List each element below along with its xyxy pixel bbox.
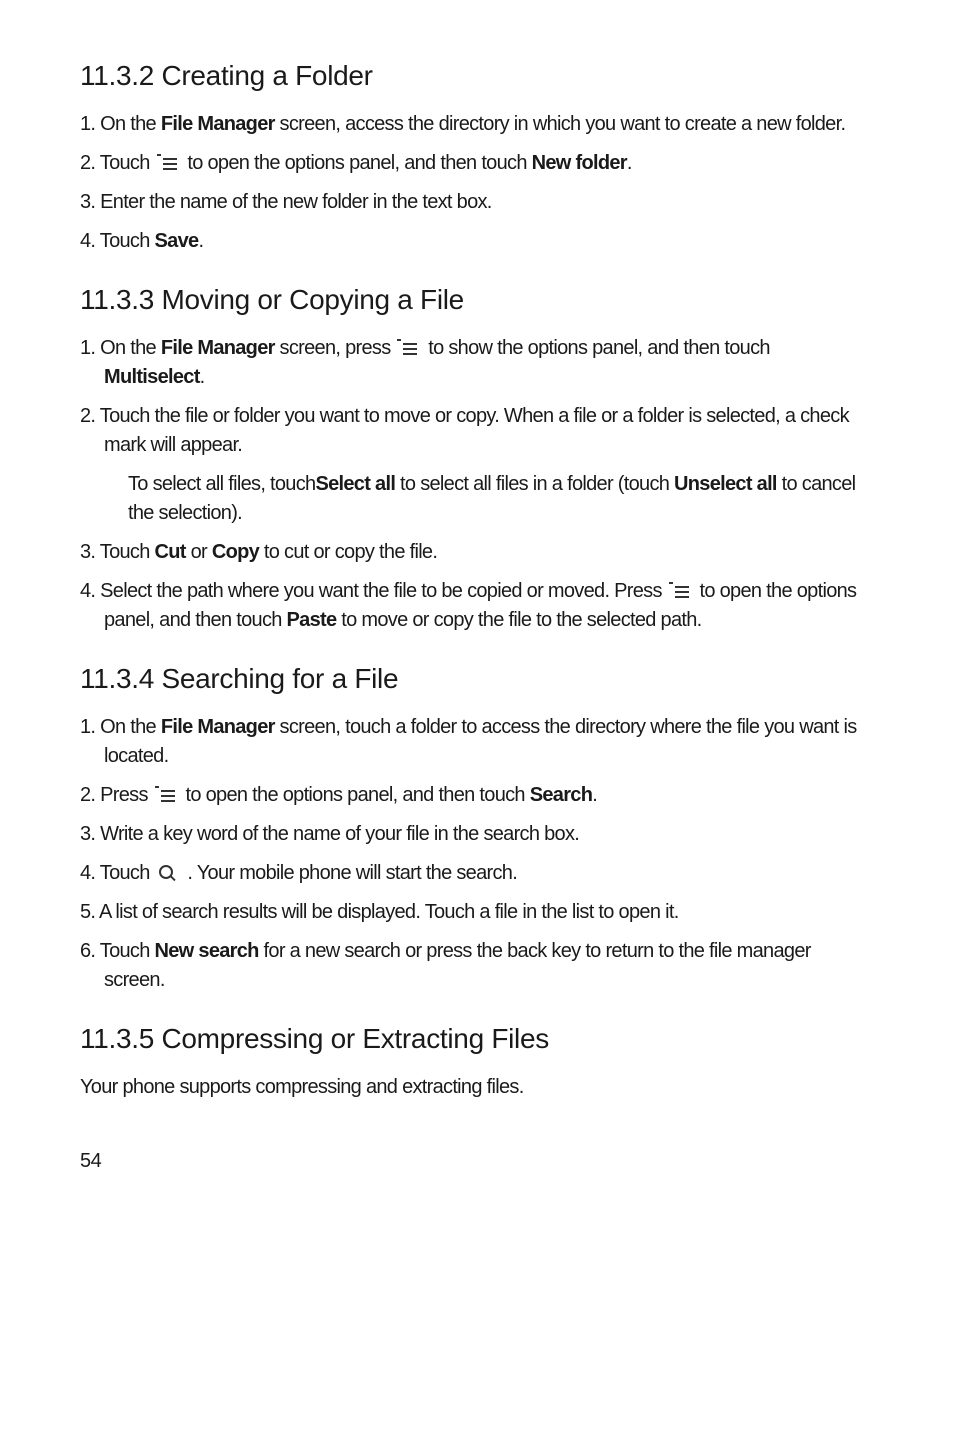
- text: 2. Press: [80, 784, 153, 806]
- step-3: 3. Enter the name of the new folder in t…: [80, 188, 874, 217]
- text: to open the options panel, and then touc…: [181, 784, 530, 806]
- text: .: [200, 366, 205, 388]
- step-1: 1. On the File Manager screen, touch a f…: [80, 713, 874, 771]
- body-text: Your phone supports compressing and extr…: [80, 1073, 874, 1102]
- step-4: 4. Touch Save.: [80, 227, 874, 256]
- menu-icon: [157, 788, 177, 804]
- bold-unselect-all: Unselect all: [674, 473, 777, 495]
- text: screen, access the directory in which yo…: [275, 113, 846, 135]
- text: To select all files, touch: [128, 473, 315, 495]
- text: 4. Select the path where you want the fi…: [80, 580, 667, 602]
- bold-file-manager: File Manager: [161, 716, 275, 738]
- text: 6. Touch: [80, 940, 155, 962]
- bold-file-manager: File Manager: [161, 337, 275, 359]
- text: 1. On the: [80, 716, 161, 738]
- menu-icon: [671, 584, 691, 600]
- section-creating-folder: 11.3.2 Creating a Folder 1. On the File …: [80, 60, 874, 256]
- menu-icon: [159, 156, 179, 172]
- menu-icon: [399, 341, 419, 357]
- text: to cut or copy the file.: [259, 541, 437, 563]
- section-moving-copying: 11.3.3 Moving or Copying a File 1. On th…: [80, 284, 874, 635]
- section-searching: 11.3.4 Searching for a File 1. On the Fi…: [80, 663, 874, 995]
- step-3: 3. Write a key word of the name of your …: [80, 820, 874, 849]
- text: or: [186, 541, 212, 563]
- step-4: 4. Touch . Your mobile phone will start …: [80, 859, 874, 888]
- text: . Your mobile phone will start the searc…: [183, 862, 518, 884]
- bold-select-all: Select all: [315, 473, 395, 495]
- section-heading: 11.3.3 Moving or Copying a File: [80, 284, 874, 316]
- step-2-sub: To select all files, touchSelect all to …: [80, 470, 874, 528]
- step-2: 2. Touch to open the options panel, and …: [80, 149, 874, 178]
- step-5: 5. A list of search results will be disp…: [80, 898, 874, 927]
- text: .: [198, 230, 203, 252]
- search-icon: [159, 865, 179, 883]
- section-heading: 11.3.5 Compressing or Extracting Files: [80, 1023, 874, 1055]
- step-3: 3. Touch Cut or Copy to cut or copy the …: [80, 538, 874, 567]
- text: 4. Touch: [80, 230, 155, 252]
- text: 3. Touch: [80, 541, 155, 563]
- text: to move or copy the file to the selected…: [336, 609, 701, 631]
- bold-new-folder: New folder: [532, 152, 627, 174]
- page-number: 54: [80, 1150, 874, 1173]
- bold-cut: Cut: [155, 541, 186, 563]
- text: to open the options panel, and then touc…: [183, 152, 532, 174]
- bold-new-search: New search: [155, 940, 259, 962]
- bold-copy: Copy: [212, 541, 259, 563]
- text: 1. On the: [80, 113, 161, 135]
- text: to show the options panel, and then touc…: [423, 337, 769, 359]
- bold-search: Search: [530, 784, 593, 806]
- step-6: 6. Touch New search for a new search or …: [80, 937, 874, 995]
- text: 1. On the: [80, 337, 161, 359]
- section-heading: 11.3.4 Searching for a File: [80, 663, 874, 695]
- text: to select all files in a folder (touch: [395, 473, 674, 495]
- step-2: 2. Press to open the options panel, and …: [80, 781, 874, 810]
- step-4: 4. Select the path where you want the fi…: [80, 577, 874, 635]
- step-2: 2. Touch the file or folder you want to …: [80, 402, 874, 460]
- text: 4. Touch: [80, 862, 155, 884]
- bold-file-manager: File Manager: [161, 113, 275, 135]
- step-1: 1. On the File Manager screen, press to …: [80, 334, 874, 392]
- step-1: 1. On the File Manager screen, access th…: [80, 110, 874, 139]
- text: .: [627, 152, 632, 174]
- text: .: [592, 784, 597, 806]
- text: 2. Touch: [80, 152, 155, 174]
- text: screen, press: [275, 337, 396, 359]
- bold-save: Save: [155, 230, 199, 252]
- section-heading: 11.3.2 Creating a Folder: [80, 60, 874, 92]
- section-compressing: 11.3.5 Compressing or Extracting Files Y…: [80, 1023, 874, 1102]
- bold-multiselect: Multiselect: [104, 366, 200, 388]
- bold-paste: Paste: [287, 609, 337, 631]
